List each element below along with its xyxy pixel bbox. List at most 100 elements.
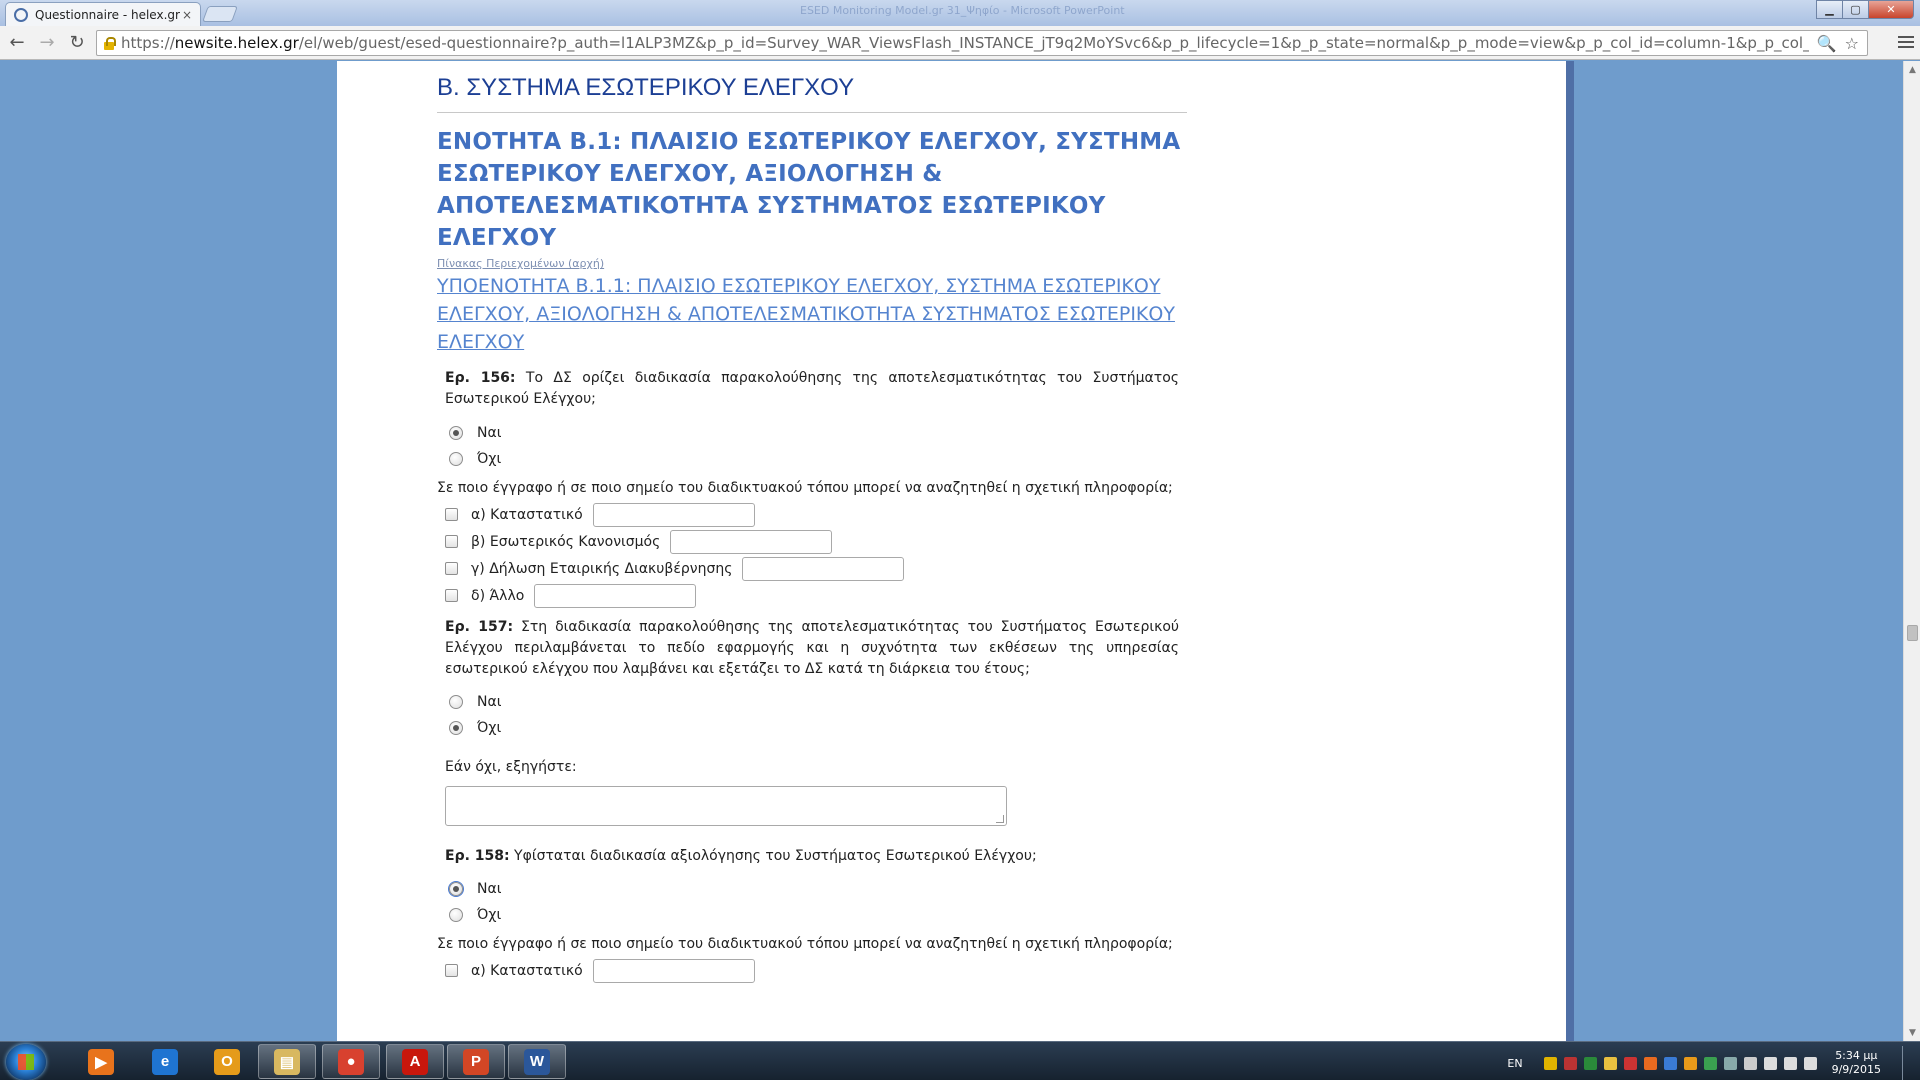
- scroll-down-arrow-icon[interactable]: ▼: [1904, 1024, 1920, 1041]
- doc-text-input[interactable]: [592, 958, 755, 983]
- radio-option-no[interactable]: Όχι: [449, 446, 1187, 472]
- tray-antivirus-icon[interactable]: [1623, 1056, 1637, 1070]
- start-button[interactable]: [6, 1044, 46, 1080]
- toc-link[interactable]: Πίνακας Περιεχομένων (αρχή): [437, 257, 1187, 270]
- question-number: Ερ. 157:: [445, 619, 514, 635]
- checkbox[interactable]: [445, 562, 458, 575]
- subunit-link[interactable]: ΥΠΟΕΝΟΤΗΤΑ Β.1.1: ΠΛΑΙΣΙΟ ΕΣΩΤΕΡΙΚΟΥ ΕΛΕ…: [437, 272, 1187, 356]
- radio-option-yes[interactable]: Ναι: [449, 876, 1187, 902]
- chrome-menu-icon[interactable]: [1898, 34, 1914, 50]
- doc-label: γ) Δήλωση Εταιρικής Διακυβέρνησης: [471, 560, 733, 577]
- doc-text-input[interactable]: [592, 502, 755, 527]
- tray-shield-icon[interactable]: [1543, 1056, 1557, 1070]
- checkbox[interactable]: [445, 589, 458, 602]
- address-bar[interactable]: https://newsite.helex.gr/el/web/guest/es…: [96, 30, 1868, 56]
- taskbar-app-file-explorer[interactable]: ▤: [258, 1044, 316, 1079]
- tray-mail-icon[interactable]: [1603, 1056, 1617, 1070]
- file-explorer-icon: ▤: [274, 1048, 300, 1075]
- page-favicon-icon: [14, 7, 28, 22]
- scroll-up-arrow-icon[interactable]: ▲: [1904, 61, 1920, 78]
- taskbar-app-internet-explorer[interactable]: e: [136, 1044, 194, 1079]
- minimize-button[interactable]: ▁: [1816, 0, 1843, 19]
- doc-label: α) Καταστατικό: [471, 506, 583, 523]
- tray-sync-icon[interactable]: [1703, 1056, 1717, 1070]
- radio-button[interactable]: [449, 695, 463, 709]
- doc-option[interactable]: α) Καταστατικό: [445, 957, 1187, 984]
- doc-option[interactable]: γ) Δήλωση Εταιρικής Διακυβέρνησης: [445, 555, 1187, 582]
- chrome-icon: ●: [338, 1048, 364, 1075]
- vertical-scrollbar[interactable]: ▲ ▼: [1903, 61, 1920, 1041]
- explain-label: Εάν όχι, εξηγήστε:: [445, 759, 577, 775]
- new-tab-button[interactable]: [202, 6, 238, 22]
- show-desktop-button[interactable]: [1902, 1046, 1914, 1080]
- tray-device-icon[interactable]: [1723, 1056, 1737, 1070]
- radio-option-no[interactable]: Όχι: [449, 902, 1187, 928]
- radio-button[interactable]: [449, 721, 463, 735]
- radio-option-yes[interactable]: Ναι: [449, 689, 1187, 715]
- zoom-icon[interactable]: 🔍: [1817, 34, 1837, 53]
- question-text: Ερ. 158: Υφίσταται διαδικασία αξιολόγηση…: [445, 846, 1179, 867]
- question-157: Ερ. 157: Στη διαδικασία παρακολούθησης τ…: [437, 617, 1187, 826]
- browser-tab[interactable]: Questionnaire - helex.gr ×: [5, 2, 201, 26]
- tray-tools-icon[interactable]: [1563, 1056, 1577, 1070]
- taskbar-app-outlook[interactable]: O: [198, 1044, 256, 1079]
- doc-text-input[interactable]: [670, 529, 833, 554]
- language-indicator[interactable]: EN: [1507, 1057, 1522, 1070]
- tray-flag-icon[interactable]: [1763, 1056, 1777, 1070]
- taskbar-app-media-player[interactable]: ▶: [72, 1044, 130, 1079]
- reload-button[interactable]: ↻: [64, 30, 90, 56]
- taskbar-app-powerpoint[interactable]: P: [447, 1044, 505, 1079]
- media-player-icon: ▶: [88, 1048, 114, 1075]
- radio-option-yes[interactable]: Ναι: [449, 420, 1187, 446]
- radio-button[interactable]: [449, 882, 463, 896]
- followup-text: Σε ποιο έγγραφο ή σε ποιο σημείο του δια…: [437, 480, 1173, 496]
- checkbox[interactable]: [445, 964, 458, 977]
- question-number: Ερ. 158:: [445, 848, 510, 864]
- doc-text-input[interactable]: [742, 556, 905, 581]
- clock[interactable]: 5:34 μμ 9/9/2015: [1832, 1049, 1881, 1077]
- close-window-button[interactable]: ✕: [1868, 0, 1914, 19]
- page-body: Β. ΣΥΣΤΗΜΑ ΕΣΩΤΕΡΙΚΟΥ ΕΛΕΓΧΟΥ ΕΝΟΤΗΤΑ Β.…: [337, 61, 1566, 1041]
- option-label: Ναι: [477, 425, 502, 441]
- tray-volume-icon[interactable]: [1803, 1056, 1817, 1070]
- tray-update-icon[interactable]: [1643, 1056, 1657, 1070]
- doc-option[interactable]: δ) Άλλο: [445, 582, 1187, 609]
- checkbox[interactable]: [445, 508, 458, 521]
- radio-button[interactable]: [449, 908, 463, 922]
- followup-text: Σε ποιο έγγραφο ή σε ποιο σημείο του δια…: [437, 936, 1173, 952]
- maximize-button[interactable]: ▢: [1842, 0, 1869, 19]
- tray-network-icon[interactable]: [1783, 1056, 1797, 1070]
- forward-button[interactable]: →: [34, 30, 60, 56]
- question-156: Ερ. 156: Το ΔΣ ορίζει διαδικασία παρακολ…: [437, 368, 1187, 609]
- option-label: Όχι: [477, 907, 502, 923]
- word-icon: W: [524, 1048, 550, 1075]
- tab-strip: Questionnaire - helex.gr × ESED Monitori…: [0, 0, 1920, 26]
- question-body: Υφίσταται διαδικασία αξιολόγησης του Συσ…: [509, 848, 1037, 864]
- tray-outlook-icon[interactable]: [1683, 1056, 1697, 1070]
- tray-usb-icon[interactable]: [1743, 1056, 1757, 1070]
- doc-text-input[interactable]: [534, 583, 697, 608]
- option-label: Ναι: [477, 694, 502, 710]
- tab-close-icon[interactable]: ×: [182, 8, 192, 22]
- back-button[interactable]: ←: [4, 30, 30, 56]
- doc-option[interactable]: α) Καταστατικό: [445, 501, 1187, 528]
- taskbar-app-acrobat[interactable]: A: [386, 1044, 444, 1079]
- explain-textarea[interactable]: [445, 786, 1007, 826]
- taskbar-app-chrome[interactable]: ●: [322, 1044, 380, 1079]
- tab-title: Questionnaire - helex.gr: [35, 7, 180, 22]
- doc-option[interactable]: β) Εσωτερικός Κανονισμός: [445, 528, 1187, 555]
- radio-option-no[interactable]: Όχι: [449, 715, 1187, 741]
- url-text[interactable]: https://newsite.helex.gr/el/web/guest/es…: [121, 34, 1809, 52]
- section-title: Β. ΣΥΣΤΗΜΑ ΕΣΩΤΕΡΙΚΟΥ ΕΛΕΓΧΟΥ: [437, 74, 1187, 113]
- radio-button[interactable]: [449, 452, 463, 466]
- lock-warning-icon[interactable]: [103, 36, 116, 50]
- tray-app-icon[interactable]: [1663, 1056, 1677, 1070]
- background-window-title: ESED Monitoring Model.gr 31_Ψηφίο - Micr…: [800, 4, 1125, 17]
- doc-label: α) Καταστατικό: [471, 962, 583, 979]
- radio-button[interactable]: [449, 426, 463, 440]
- taskbar-app-word[interactable]: W: [508, 1044, 566, 1079]
- checkbox[interactable]: [445, 535, 458, 548]
- tray-excel-icon[interactable]: [1583, 1056, 1597, 1070]
- bookmark-star-icon[interactable]: ☆: [1845, 34, 1859, 53]
- scrollbar-thumb[interactable]: [1907, 625, 1918, 641]
